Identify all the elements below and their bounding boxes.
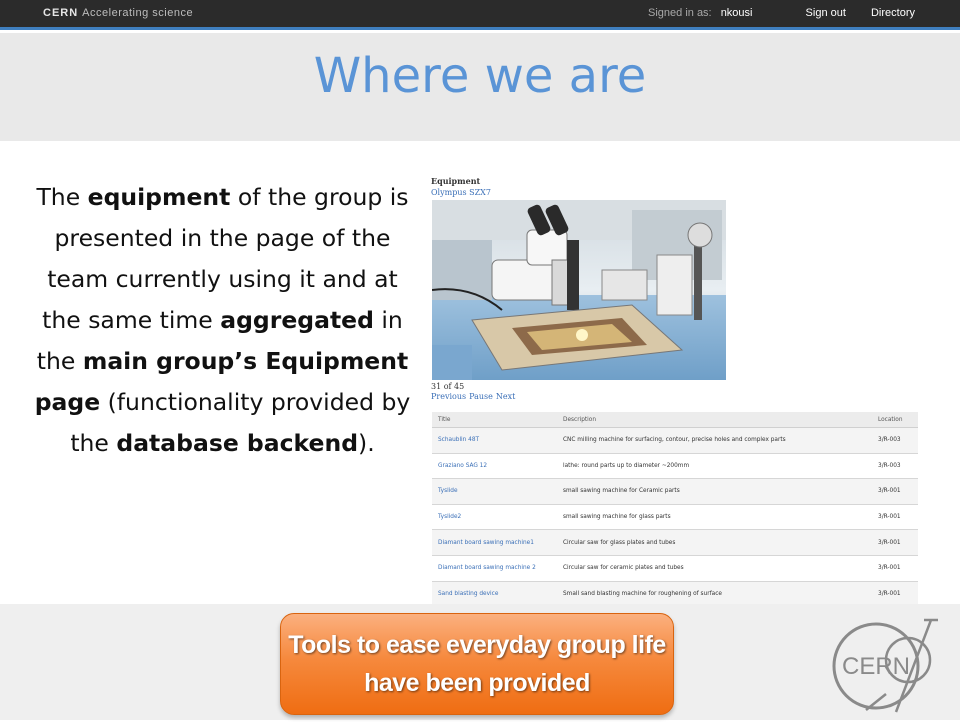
table-row: Graziano SAG 12 lathe: round parts up to … [432, 453, 918, 480]
equipment-title-link[interactable]: Sand blasting device [432, 581, 557, 608]
body-text-emphasis: aggregated [220, 306, 374, 334]
slide-title: Where we are [313, 48, 647, 104]
equipment-table-header: Title Description Location [432, 412, 918, 428]
username[interactable]: nkousi [721, 7, 753, 19]
pause-link[interactable]: Pause [469, 392, 493, 401]
slideshow-nav: Previous Pause Next [431, 392, 518, 401]
previous-link[interactable]: Previous [431, 392, 466, 401]
equipment-description: Circular saw for glass plates and tubes [557, 529, 872, 556]
equipment-location: 3/R-003 [872, 427, 918, 454]
slide-body-text: The equipment of the group is presented … [30, 177, 415, 464]
equipment-heading: Equipment [431, 176, 481, 186]
equipment-item-link[interactable]: Olympus SZX7 [431, 188, 491, 197]
table-row: Sand blasting device Small sand blasting … [432, 581, 918, 608]
cern-top-bar: CERN Accelerating science Signed in as: n… [0, 0, 960, 30]
equipment-location: 3/R-001 [872, 581, 918, 608]
equipment-title-link[interactable]: Tyslide2 [432, 504, 557, 531]
equipment-location: 3/R-001 [872, 504, 918, 531]
equipment-description: Small sand blasting machine for rougheni… [557, 581, 872, 608]
user-area: Signed in as: nkousi Sign out Directory [648, 7, 915, 19]
equipment-description: Circular saw for ceramic plates and tube… [557, 555, 872, 582]
column-title[interactable]: Title [432, 412, 557, 428]
body-text-run: ). [358, 429, 375, 457]
brand-tagline: Accelerating science [82, 7, 194, 19]
microscope-photo [432, 200, 726, 380]
equipment-title-link[interactable]: Tyslide [432, 478, 557, 505]
callout-box: Tools to ease everyday group life have b… [280, 613, 674, 715]
equipment-table: Title Description Location Schaublin 48T… [432, 412, 918, 608]
column-description[interactable]: Description [557, 412, 872, 428]
equipment-location: 3/R-003 [872, 453, 918, 480]
body-text-emphasis: database backend [116, 429, 359, 457]
next-link[interactable]: Next [496, 392, 515, 401]
signed-in-label: Signed in as: [648, 7, 712, 19]
equipment-description: CNC milling machine for surfacing, conto… [557, 427, 872, 454]
cern-logo-icon: CERN [826, 614, 944, 718]
equipment-description: small sawing machine for Ceramic parts [557, 478, 872, 505]
equipment-title-link[interactable]: Diamant board sawing machine1 [432, 529, 557, 556]
column-location[interactable]: Location [872, 412, 918, 428]
equipment-location: 3/R-001 [872, 478, 918, 505]
equipment-page-screenshot: Equipment Olympus SZX7 31 of 45 Previous… [431, 175, 919, 608]
directory-link[interactable]: Directory [871, 7, 915, 19]
table-row: Tyslide small sawing machine for Ceramic … [432, 478, 918, 505]
body-text-emphasis: equipment [87, 183, 231, 211]
equipment-title-link[interactable]: Schaublin 48T [432, 427, 557, 454]
callout-text: Tools to ease everyday group life have b… [288, 631, 666, 697]
table-row: Schaublin 48T CNC milling machine for sur… [432, 427, 918, 454]
equipment-title-link[interactable]: Graziano SAG 12 [432, 453, 557, 480]
equipment-location: 3/R-001 [872, 555, 918, 582]
logo-text: CERN [842, 653, 910, 680]
equipment-description: lathe: round parts up to diameter ~200mm [557, 453, 872, 480]
table-row: Diamant board sawing machine1 Circular sa… [432, 529, 918, 556]
equipment-description: small sawing machine for glass parts [557, 504, 872, 531]
sign-out-link[interactable]: Sign out [806, 7, 846, 19]
equipment-title-link[interactable]: Diamant board sawing machine 2 [432, 555, 557, 582]
cern-brand[interactable]: CERN Accelerating science [43, 7, 193, 19]
brand-name: CERN [43, 7, 79, 19]
slideshow-counter: 31 of 45 [431, 382, 465, 391]
table-row: Tyslide2 small sawing machine for glass p… [432, 504, 918, 531]
table-row: Diamant board sawing machine 2 Circular s… [432, 555, 918, 582]
microscope-image [432, 200, 726, 380]
body-text-run: The [36, 183, 88, 211]
equipment-location: 3/R-001 [872, 529, 918, 556]
